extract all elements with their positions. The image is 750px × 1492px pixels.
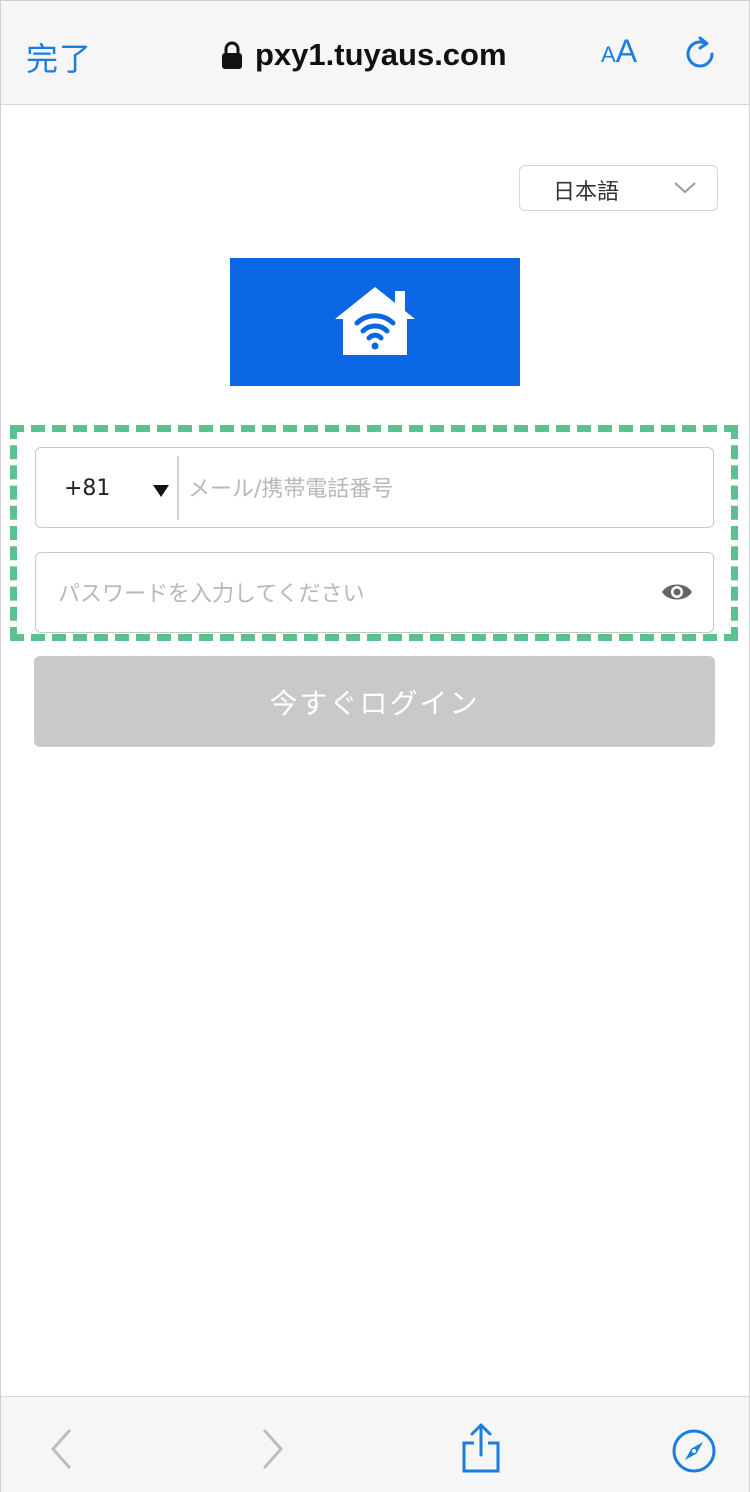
chevron-down-icon bbox=[673, 180, 697, 196]
app-logo bbox=[230, 258, 520, 386]
share-icon[interactable] bbox=[461, 1423, 501, 1473]
eye-icon[interactable] bbox=[661, 581, 693, 603]
address-bar[interactable]: pxy1.tuyaus.com bbox=[221, 31, 507, 79]
account-field: +81 bbox=[35, 447, 714, 528]
login-button[interactable]: 今すぐログイン bbox=[34, 656, 715, 747]
caret-down-icon[interactable] bbox=[153, 485, 169, 497]
compass-icon[interactable] bbox=[671, 1428, 717, 1474]
text-size-large-label: A bbox=[615, 33, 638, 69]
language-selected-label: 日本語 bbox=[553, 180, 620, 205]
country-code-select[interactable]: +81 bbox=[64, 476, 110, 501]
reload-icon[interactable] bbox=[681, 35, 719, 73]
divider bbox=[177, 456, 179, 520]
home-wifi-icon bbox=[335, 287, 415, 355]
text-size-small-label: A bbox=[601, 42, 616, 67]
language-select[interactable]: 日本語 bbox=[519, 165, 718, 211]
browser-top-bar: 完了 pxy1.tuyaus.com AA bbox=[1, 1, 749, 105]
forward-icon[interactable] bbox=[251, 1427, 291, 1471]
text-size-button[interactable]: AA bbox=[601, 33, 637, 70]
back-icon[interactable] bbox=[43, 1427, 83, 1471]
url-text: pxy1.tuyaus.com bbox=[255, 37, 507, 72]
account-input[interactable] bbox=[186, 460, 705, 518]
lock-icon bbox=[221, 40, 243, 70]
password-input[interactable] bbox=[56, 565, 640, 623]
password-field bbox=[35, 552, 714, 633]
done-button[interactable]: 完了 bbox=[26, 34, 92, 80]
browser-bottom-toolbar bbox=[1, 1396, 749, 1492]
